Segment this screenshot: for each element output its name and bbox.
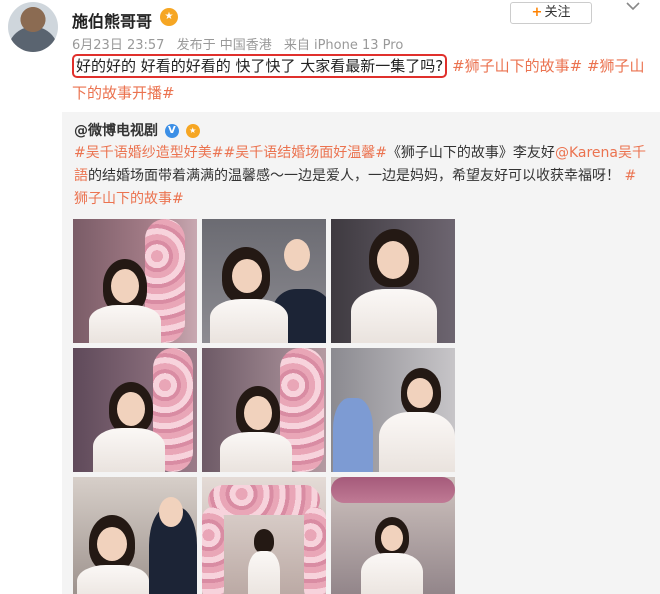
post-location: 发布于 中国香港: [176, 38, 272, 53]
photo-thumbnail[interactable]: [202, 348, 326, 472]
photo-thumbnail[interactable]: [331, 219, 455, 343]
chevron-down-icon[interactable]: [624, 0, 642, 14]
highlighted-text: 好的好的 好看的好看的 快了快了 大家看最新一集了吗?: [72, 54, 448, 78]
verified-v-icon: V: [164, 124, 179, 138]
photo-thumbnail[interactable]: [202, 219, 326, 343]
vip-badge-icon: ★: [185, 124, 200, 138]
follow-button[interactable]: + 关注: [510, 2, 592, 24]
repost-author: @微博电视剧 V ★: [74, 120, 200, 140]
repost-text: #吴千语婚纱造型好美##吴千语结婚场面好温馨#《狮子山下的故事》李友好@Kare…: [74, 142, 649, 211]
photo-thumbnail[interactable]: [331, 477, 455, 594]
hashtag-link[interactable]: #狮子山下的故事#: [452, 57, 582, 75]
repost-card[interactable]: @微博电视剧 V ★ #吴千语婚纱造型好美##吴千语结婚场面好温馨#《狮子山下的…: [62, 112, 660, 594]
post-meta: 6月23日 23:57 发布于 中国香港 来自 iPhone 13 Pro: [72, 34, 411, 53]
follow-label: 关注: [544, 5, 571, 20]
repost-text-part: 《狮子山下的故事》李友好: [386, 145, 555, 161]
post-date[interactable]: 6月23日 23:57: [72, 38, 164, 53]
photo-thumbnail[interactable]: [73, 348, 197, 472]
hashtag-link[interactable]: #吴千语婚纱造型好美#: [74, 145, 223, 161]
repost-text-part: 的结婚场面带着满满的温馨感～一边是爱人，一边是妈妈，希望友好可以收获幸福呀！: [88, 168, 620, 184]
photo-thumbnail[interactable]: [202, 477, 326, 594]
hashtag-link[interactable]: #吴千语结婚场面好温馨#: [223, 145, 386, 161]
repost-author-link[interactable]: @微博电视剧: [74, 123, 158, 139]
photo-thumbnail[interactable]: [331, 348, 455, 472]
photo-thumbnail[interactable]: [73, 477, 197, 594]
photo-thumbnail[interactable]: [73, 219, 197, 343]
username[interactable]: 施伯熊哥哥: [72, 8, 152, 32]
vip-badge-icon: ★: [160, 8, 178, 26]
plus-icon: +: [531, 5, 543, 20]
post-text: 好的好的 好看的好看的 快了快了 大家看最新一集了吗? #狮子山下的故事# #狮…: [72, 53, 652, 107]
post-device: 来自 iPhone 13 Pro: [283, 38, 404, 53]
post-header: 施伯熊哥哥 ★ + 关注 6月23日 23:57 发布于 中国香港 来自 iPho…: [0, 0, 660, 110]
avatar[interactable]: [8, 2, 58, 52]
